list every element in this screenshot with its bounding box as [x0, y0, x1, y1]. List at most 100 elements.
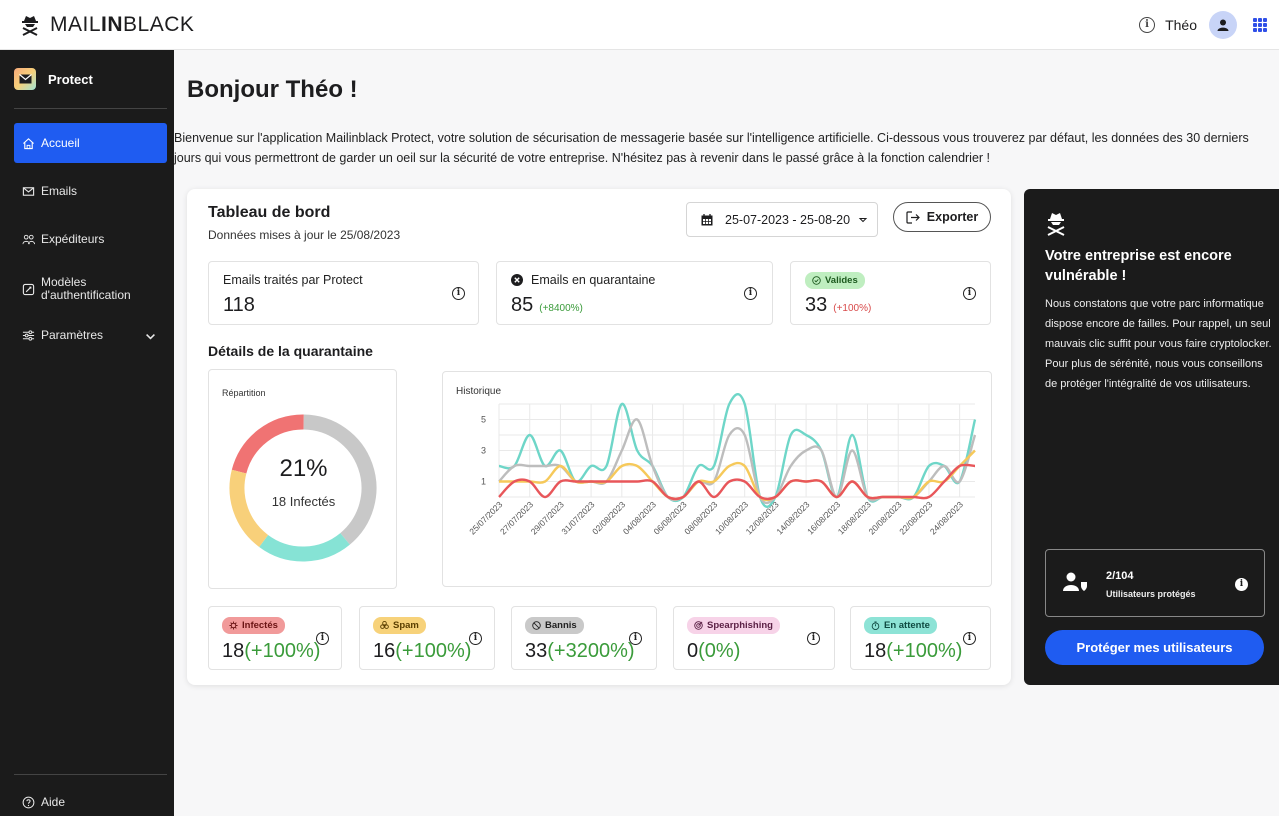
y-tick-label: 3 [481, 446, 486, 456]
sidebar-item-emails[interactable]: Emails [14, 184, 167, 198]
info-icon[interactable]: i [744, 287, 757, 300]
stat-spam: Spam 16(+100%) i [359, 606, 495, 670]
stat-valides: Valides 33 (+100%) i [790, 261, 991, 325]
vulnerability-card: Votre entreprise est encore vulnérable !… [1024, 189, 1279, 685]
brand-logo[interactable]: MAILINBLACK [18, 13, 194, 37]
mail-icon [14, 68, 36, 90]
product-switcher[interactable]: Protect [14, 68, 93, 90]
protected-users-count: 2/104 [1106, 570, 1134, 582]
sidebar-item-aide[interactable]: Aide [14, 795, 167, 809]
user-icon [1217, 19, 1229, 31]
help-icon [22, 796, 35, 808]
sidebar-item-expediteurs[interactable]: Expéditeurs [14, 232, 167, 246]
chevron-down-icon [858, 217, 868, 222]
virus-icon [229, 621, 238, 630]
stat-value: 118 [223, 294, 255, 316]
stat-infectes: Infectés 18(+100%) i [208, 606, 342, 670]
date-range-picker[interactable]: 25-07-2023 - 25-08-20 [686, 202, 878, 237]
info-icon[interactable]: i [316, 632, 329, 645]
spam-badge: Spam [373, 617, 426, 634]
stat-value: 33(+3200%) [525, 640, 635, 662]
spy-logo-icon [22, 15, 38, 36]
home-icon [23, 137, 34, 149]
target-icon [694, 621, 703, 630]
updated-date: Données mises à jour le 25/08/2023 [208, 228, 401, 242]
info-icon[interactable]: i [452, 287, 465, 300]
dashboard-card: Tableau de bord Données mises à jour le … [187, 189, 1011, 685]
stat-spearphishing: Spearphishing 0(0%) i [673, 606, 835, 670]
line-chart: 13525/07/202327/07/202329/07/202331/07/2… [467, 393, 977, 536]
infectes-badge: Infectés [222, 617, 285, 634]
protected-users-box: 2/104 Utilisateurs protégés i [1045, 549, 1265, 617]
vulnerability-text: Nous constatons que votre parc informati… [1045, 298, 1272, 390]
vulnerability-title: Votre entreprise est encore vulnérable ! [1045, 248, 1232, 284]
export-icon [906, 210, 920, 224]
historique-panel: Historique 1 3 5 25/07/2023 27/07/2023 29/07/… [442, 371, 992, 587]
dashboard-title: Tableau de bord [208, 204, 331, 221]
valides-badge: Valides [805, 272, 865, 289]
intro-text: Bienvenue sur l'application Mailinblack … [174, 131, 1249, 165]
product-name: Protect [48, 71, 93, 87]
sidebar-item-accueil[interactable]: Accueil [14, 123, 167, 163]
biohazard-icon [380, 621, 389, 629]
stat-value: 85 (+8400%) [511, 294, 583, 316]
section-title: Détails de la quarantaine [208, 343, 373, 359]
info-icon[interactable]: i [629, 632, 642, 645]
repartition-panel: Répartition 21% 18 Infectés [208, 369, 397, 589]
sidebar: Protect Accueil Emails Expéditeurs Modèl… [0, 50, 174, 816]
stat-en-attente: En attente 18(+100%) i [850, 606, 991, 670]
protect-users-button[interactable]: Protéger mes utilisateurs [1045, 630, 1264, 665]
series-line-bannis [498, 418, 977, 505]
donut-caption: 18 Infectés [271, 494, 336, 509]
user-shield-icon [1063, 572, 1087, 591]
stat-label: Emails en quarantaine [511, 273, 655, 287]
donut-percent: 21% [279, 455, 328, 482]
stat-value: 16(+100%) [373, 640, 472, 662]
info-icon[interactable]: i [1235, 578, 1248, 591]
stat-label: Valides [805, 272, 865, 289]
page-title: Bonjour Théo ! [187, 76, 358, 103]
stat-emails-traites: Emails traités par Protect 118 i [208, 261, 479, 325]
info-icon[interactable]: i [963, 632, 976, 645]
stat-bannis: Bannis 33(+3200%) i [511, 606, 657, 670]
export-button[interactable]: Exporter [893, 202, 991, 232]
info-icon[interactable]: i [807, 632, 820, 645]
sidebar-item-modeles[interactable]: Modèles d'authentification [14, 274, 167, 304]
timer-icon [871, 621, 880, 630]
settings-icon [22, 329, 35, 341]
stat-value: 18(+100%) [864, 640, 963, 662]
x-tick-label: 24/08/2023 [928, 499, 965, 536]
chevron-down-icon[interactable] [144, 330, 157, 343]
top-bar: MAILINBLACK i Théo [0, 0, 1279, 50]
stat-value: 0(0%) [687, 640, 741, 662]
main-content: Bonjour Théo ! Bienvenue sur l'applicati… [174, 50, 1279, 816]
series-line-spam [498, 449, 976, 502]
y-tick-label: 5 [481, 415, 486, 425]
check-circle-icon [812, 276, 821, 285]
calendar-icon [701, 213, 713, 225]
y-tick-label: 1 [481, 477, 486, 487]
spearphishing-badge: Spearphishing [687, 617, 780, 634]
sidebar-item-parametres[interactable]: Paramètres [14, 328, 167, 342]
bannis-badge: Bannis [525, 617, 584, 634]
stat-label: Emails traités par Protect [223, 273, 363, 287]
brand-name: MAILINBLACK [50, 12, 195, 36]
info-icon[interactable]: i [963, 287, 976, 300]
apps-grid-icon[interactable] [1253, 18, 1267, 32]
template-icon [22, 283, 35, 295]
mail-icon [22, 186, 35, 196]
ban-icon [532, 621, 541, 630]
users-icon [22, 234, 35, 244]
info-icon[interactable]: i [469, 632, 482, 645]
close-circle-icon [511, 274, 523, 286]
en-attente-badge: En attente [864, 617, 937, 634]
donut-segment-en-attente [259, 532, 350, 562]
user-name[interactable]: Théo [1165, 17, 1197, 33]
stat-value: 33 (+100%) [805, 294, 872, 316]
stat-value: 18(+100%) [222, 640, 321, 662]
avatar[interactable] [1209, 11, 1237, 39]
protected-users-label: Utilisateurs protégés [1106, 589, 1196, 599]
date-range-value: 25-07-2023 - 25-08-20 [725, 212, 851, 227]
info-icon[interactable]: i [1139, 17, 1156, 33]
spy-logo-icon [1047, 213, 1065, 236]
